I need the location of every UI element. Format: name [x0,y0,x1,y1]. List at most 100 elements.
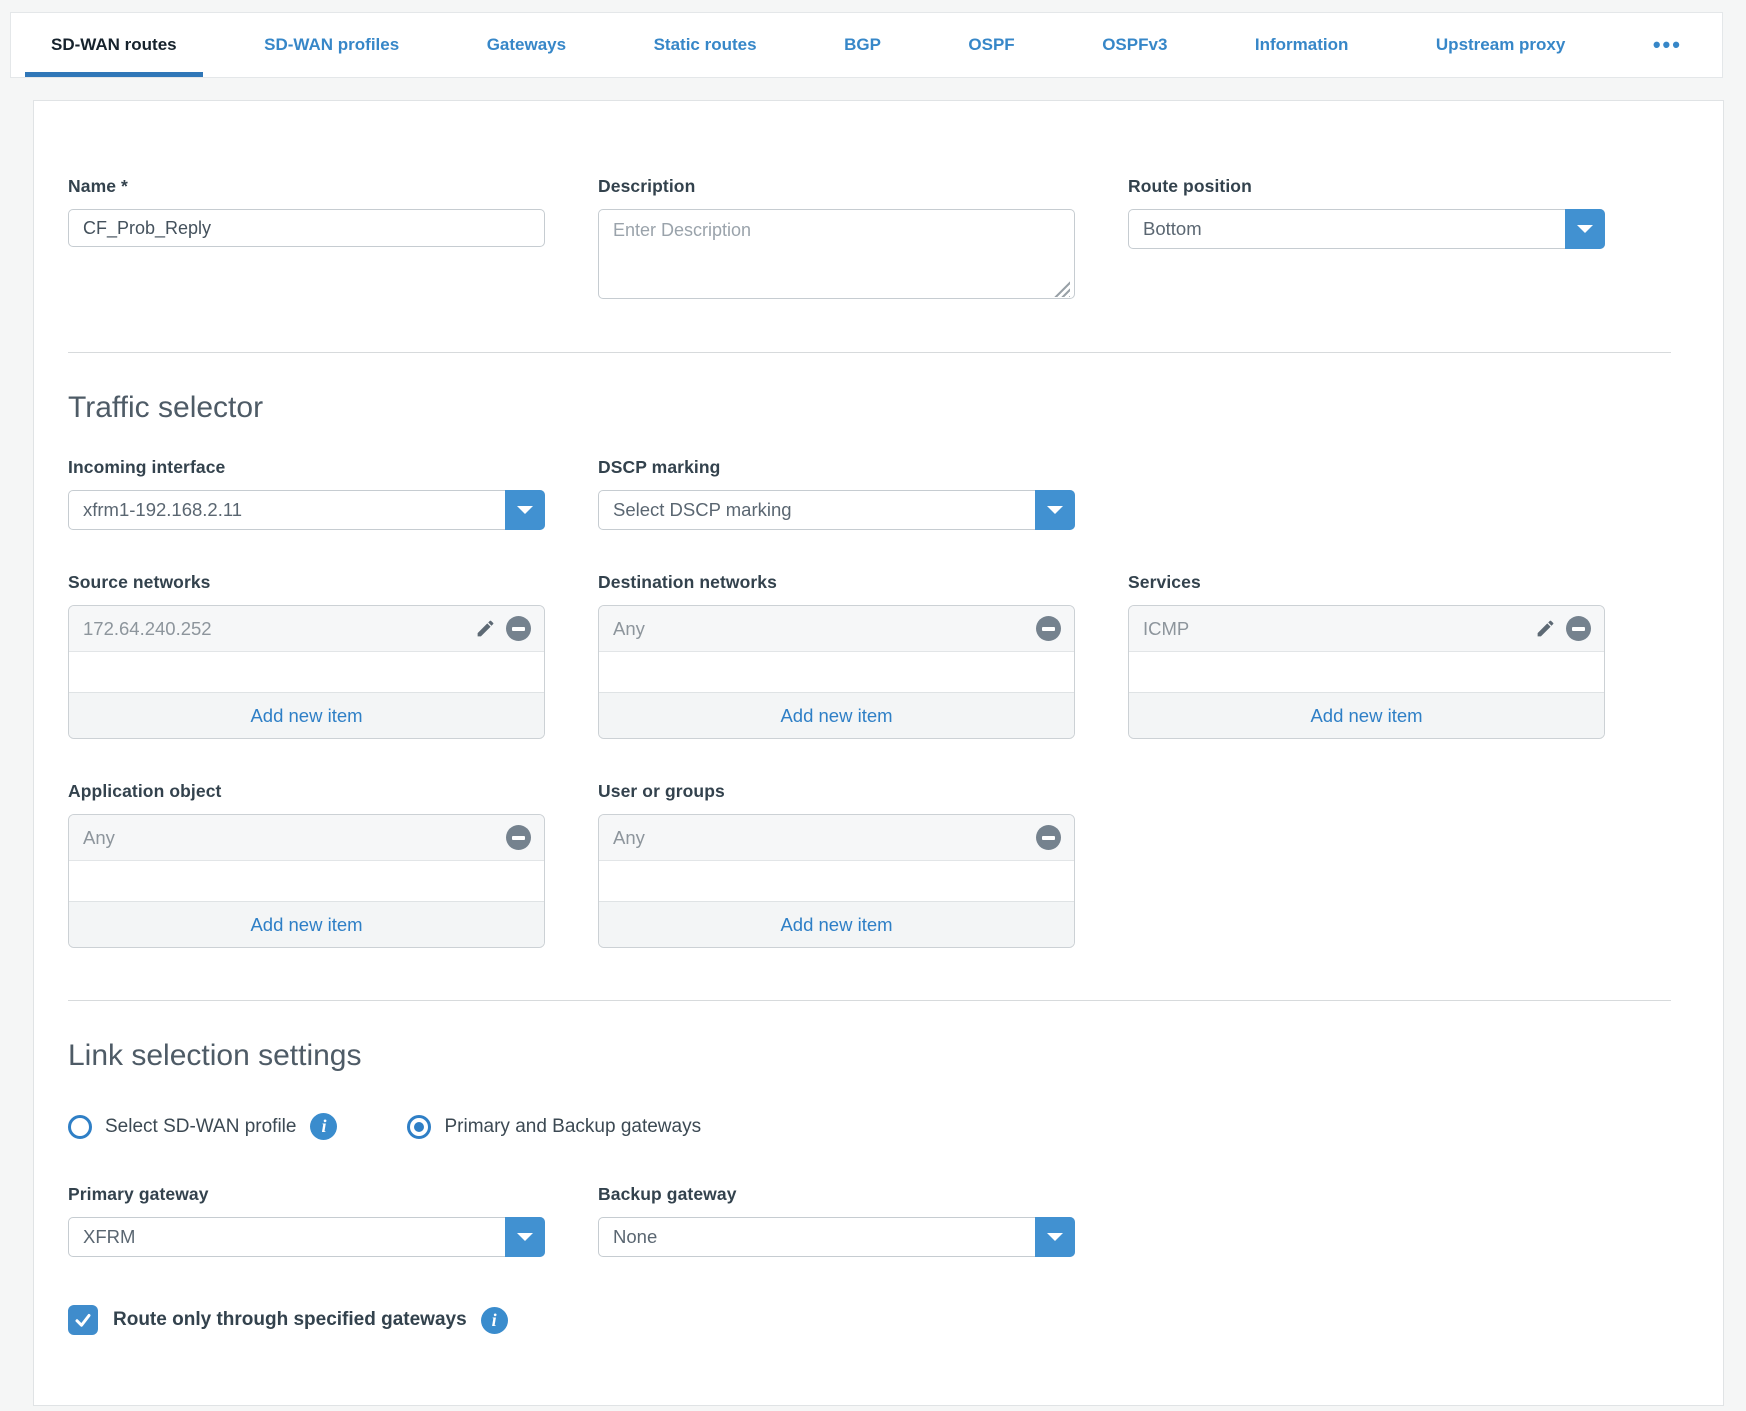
list-item: ICMP [1129,606,1604,652]
link-selection-radio-group: Select SD-WAN profile i Primary and Back… [68,1113,1671,1140]
name-input[interactable] [68,209,545,247]
description-textarea[interactable] [598,209,1075,299]
route-position-select[interactable]: Bottom [1128,209,1605,249]
list-item-text: Any [613,827,1036,849]
primary-gateway-label: Primary gateway [68,1184,545,1205]
add-new-item-button[interactable]: Add new item [599,901,1074,947]
source-networks-listbox: 172.64.240.252 Add new item [68,605,545,739]
backup-gateway-select[interactable]: None [598,1217,1075,1257]
info-icon[interactable]: i [310,1113,337,1140]
user-or-groups-label: User or groups [598,781,1075,802]
source-networks-label: Source networks [68,572,545,593]
incoming-interface-label: Incoming interface [68,457,545,478]
radio-label: Select SD-WAN profile [105,1116,296,1138]
remove-item-icon[interactable] [506,616,531,641]
application-object-label: Application object [68,781,545,802]
list-item-text: 172.64.240.252 [83,618,474,640]
destination-networks-listbox: Any Add new item [598,605,1075,739]
primary-gateway-value: XFRM [69,1226,505,1248]
dscp-marking-value: Select DSCP marking [599,499,1035,521]
backup-gateway-dropdown-button[interactable] [1035,1217,1075,1257]
primary-gateway-field-group: Primary gateway XFRM [68,1184,545,1257]
tab-information[interactable]: Information [1255,13,1349,77]
route-position-value: Bottom [1129,218,1565,240]
radio-unselected-icon[interactable] [68,1115,92,1139]
incoming-interface-dropdown-button[interactable] [505,490,545,530]
description-field-group: Description [598,176,1075,304]
application-object-field-group: Application object Any Add new item [68,781,545,948]
backup-gateway-value: None [599,1226,1035,1248]
source-networks-field-group: Source networks 172.64.240.252 Add new i… [68,572,545,739]
chevron-down-icon [1047,506,1063,514]
route-position-field-group: Route position Bottom [1128,176,1605,304]
traffic-selector-heading: Traffic selector [68,391,1671,425]
user-or-groups-field-group: User or groups Any Add new item [598,781,1075,948]
description-label: Description [598,176,1075,197]
application-object-listbox: Any Add new item [68,814,545,948]
add-new-item-button[interactable]: Add new item [599,692,1074,738]
tab-sd-wan-profiles[interactable]: SD-WAN profiles [264,13,399,77]
radio-selected-icon[interactable] [407,1115,431,1139]
tab-bar: SD-WAN routes SD-WAN profiles Gateways S… [10,12,1723,78]
user-or-groups-listbox: Any Add new item [598,814,1075,948]
required-asterisk: * [121,176,128,196]
incoming-interface-value: xfrm1-192.168.2.11 [69,499,505,521]
add-new-item-button[interactable]: Add new item [69,901,544,947]
tab-ospf[interactable]: OSPF [968,13,1014,77]
tab-bgp[interactable]: BGP [844,13,881,77]
remove-item-icon[interactable] [506,825,531,850]
chevron-down-icon [1047,1233,1063,1241]
list-item: 172.64.240.252 [69,606,544,652]
radio-select-sd-wan-profile[interactable]: Select SD-WAN profile i [68,1113,337,1140]
tab-sd-wan-routes[interactable]: SD-WAN routes [51,13,177,77]
list-item: Any [69,815,544,861]
tab-upstream-proxy[interactable]: Upstream proxy [1436,13,1565,77]
edit-pencil-icon[interactable] [1534,618,1556,640]
route-position-label: Route position [1128,176,1605,197]
services-field-group: Services ICMP Add new item [1128,572,1605,739]
services-listbox: ICMP Add new item [1128,605,1605,739]
backup-gateway-field-group: Backup gateway None [598,1184,1075,1257]
incoming-interface-select[interactable]: xfrm1-192.168.2.11 [68,490,545,530]
chevron-down-icon [517,1233,533,1241]
dscp-marking-field-group: DSCP marking Select DSCP marking [598,457,1075,530]
list-item-text: Any [83,827,506,849]
section-divider [68,1000,1671,1001]
dscp-marking-select[interactable]: Select DSCP marking [598,490,1075,530]
destination-networks-field-group: Destination networks Any Add new item [598,572,1075,739]
add-new-item-button[interactable]: Add new item [1129,692,1604,738]
primary-gateway-select[interactable]: XFRM [68,1217,545,1257]
list-item: Any [599,815,1074,861]
dscp-marking-label: DSCP marking [598,457,1075,478]
route-position-dropdown-button[interactable] [1565,209,1605,249]
remove-item-icon[interactable] [1036,616,1061,641]
backup-gateway-label: Backup gateway [598,1184,1075,1205]
dscp-marking-dropdown-button[interactable] [1035,490,1075,530]
radio-label: Primary and Backup gateways [444,1116,701,1138]
destination-networks-label: Destination networks [598,572,1075,593]
name-field-group: Name * [68,176,545,304]
edit-pencil-icon[interactable] [474,618,496,640]
link-selection-heading: Link selection settings [68,1039,1671,1073]
remove-item-icon[interactable] [1566,616,1591,641]
list-item-text: ICMP [1143,618,1534,640]
tab-gateways[interactable]: Gateways [487,13,566,77]
remove-item-icon[interactable] [1036,825,1061,850]
list-item-text: Any [613,618,1036,640]
sd-wan-route-form-card: Name * Description Route position Bottom… [33,100,1724,1406]
route-only-checkbox-row: Route only through specified gateways i [68,1305,1671,1335]
route-only-checkbox[interactable] [68,1305,98,1335]
section-divider [68,352,1671,353]
services-label: Services [1128,572,1605,593]
checkmark-icon [74,1311,92,1329]
name-label: Name * [68,176,545,197]
info-icon[interactable]: i [481,1307,508,1334]
radio-primary-and-backup-gateways[interactable]: Primary and Backup gateways [407,1115,701,1139]
chevron-down-icon [517,506,533,514]
add-new-item-button[interactable]: Add new item [69,692,544,738]
primary-gateway-dropdown-button[interactable] [505,1217,545,1257]
route-only-checkbox-label: Route only through specified gateways [113,1309,467,1331]
tabs-overflow-ellipsis-icon[interactable]: ••• [1653,13,1682,77]
tab-static-routes[interactable]: Static routes [654,13,757,77]
tab-ospfv3[interactable]: OSPFv3 [1102,13,1167,77]
